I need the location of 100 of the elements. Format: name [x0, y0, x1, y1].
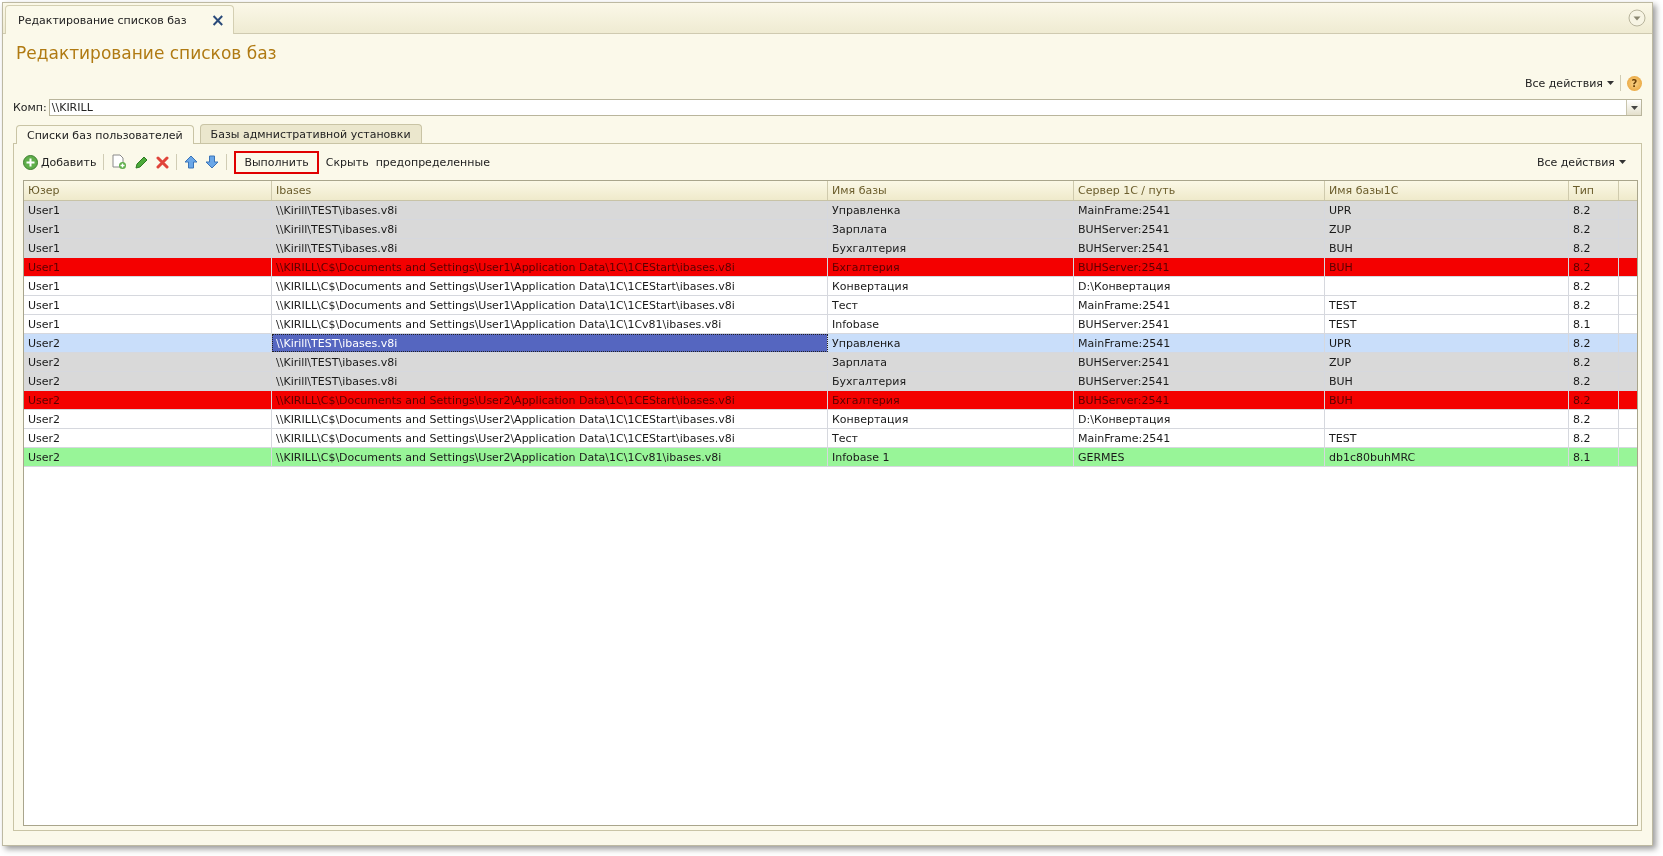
- table-cell: Бухгалтерия: [832, 375, 907, 388]
- table-cell: Тест: [832, 432, 858, 445]
- table-cell: BUH: [1329, 242, 1353, 255]
- table-cell: User2: [28, 356, 61, 369]
- column-header[interactable]: Имя базы1С: [1325, 181, 1569, 200]
- table-cell: BUH: [1329, 261, 1353, 274]
- table-cell: 8.2: [1573, 242, 1591, 255]
- table-cell: Infobase 1: [832, 451, 890, 464]
- help-button[interactable]: ?: [1627, 75, 1642, 91]
- table-cell: db1c80buhMRC: [1329, 451, 1416, 464]
- table-cell: User1: [28, 261, 61, 274]
- table-row[interactable]: User2 \\Kirill\TEST\ibases.v8i Управленка MainFrame:2541 UPR 8.2: [24, 334, 1637, 353]
- all-actions-menu[interactable]: Все действия: [1524, 76, 1614, 90]
- tab[interactable]: Списки баз пользователей: [16, 125, 194, 144]
- pencil-icon[interactable]: [134, 154, 150, 170]
- caret-icon: [1630, 105, 1638, 110]
- table-cell: 8.2: [1573, 299, 1591, 312]
- table-row[interactable]: User1 \\KIRILL\C$\Documents and Settings\User1\Application Data\1C\1CEStart\ibases.v8i Тест MainFrame:2541 TEST 8.2: [24, 296, 1637, 315]
- table-cell: User2: [28, 337, 61, 350]
- table-cell: TEST: [1329, 318, 1357, 331]
- table-cell: Бхгалтерия: [832, 394, 900, 407]
- table-cell: D:\Конвертация: [1078, 413, 1171, 426]
- table-cell: Тест: [832, 299, 858, 312]
- table-cell: UPR: [1329, 204, 1352, 217]
- table-cell: \\KIRILL\C$\Documents and Settings\User2\Application Data\1C\1Cv81\ibases.v8i: [276, 451, 722, 464]
- table-cell: \\Kirill\TEST\ibases.v8i: [276, 223, 398, 236]
- tab[interactable]: Базы адмнистративной установки: [199, 124, 422, 143]
- computer-field[interactable]: \\KIRILL: [48, 99, 1642, 116]
- table-cell: User2: [28, 394, 61, 407]
- table-cell: ZUP: [1329, 356, 1352, 369]
- table-row[interactable]: User1 \\KIRILL\C$\Documents and Settings\User1\Application Data\1C\1CEStart\ibases.v8i Конвертация D:\Конвертация 8.2: [24, 277, 1637, 296]
- table-row[interactable]: User1 \\KIRILL\C$\Documents and Settings\User1\Application Data\1C\1Cv81\ibases.v8i Infobase BUHServer:2541 TEST 8.1: [24, 315, 1637, 334]
- table-cell: Infobase: [832, 318, 880, 331]
- computer-label: Комп:: [13, 101, 47, 114]
- table-cell: \\Kirill\TEST\ibases.v8i: [276, 242, 398, 255]
- caret-icon: [1619, 160, 1626, 164]
- run-button[interactable]: Выполнить: [234, 150, 319, 174]
- caret-icon: [1607, 81, 1614, 85]
- table-cell: User2: [28, 451, 61, 464]
- add-button[interactable]: Добавить: [23, 154, 97, 170]
- table-cell: Управленка: [832, 337, 901, 350]
- table-cell: 8.1: [1573, 451, 1591, 464]
- table-cell: User1: [28, 318, 61, 331]
- table-cell: \\Kirill\TEST\ibases.v8i: [276, 356, 398, 369]
- column-header[interactable]: Ibases: [272, 181, 828, 200]
- table-cell: GERMES: [1078, 451, 1125, 464]
- column-header[interactable]: Тип: [1569, 181, 1619, 200]
- table-cell: Зарплата: [832, 356, 887, 369]
- table-cell: BUHServer:2541: [1078, 223, 1170, 236]
- table-cell: TEST: [1329, 432, 1357, 445]
- table-cell: MainFrame:2541: [1078, 432, 1171, 445]
- table-cell: BUHServer:2541: [1078, 375, 1170, 388]
- table-cell: Управленка: [832, 204, 901, 217]
- table-cell: Конвертация: [832, 280, 909, 293]
- table-row[interactable]: User1 \\Kirill\TEST\ibases.v8i Бухгалтерия BUHServer:2541 BUH 8.2: [24, 239, 1637, 258]
- form-title: Редактирование списков баз: [16, 43, 278, 63]
- table-cell: \\Kirill\TEST\ibases.v8i: [276, 204, 398, 217]
- column-header[interactable]: Сервер 1С / путь: [1074, 181, 1325, 200]
- column-header[interactable]: Имя базы: [828, 181, 1074, 200]
- table-cell: Бхгалтерия: [832, 261, 900, 274]
- table-cell: \\KIRILL\C$\Documents and Settings\User2\Application Data\1C\1CEStart\ibases.v8i: [276, 413, 735, 426]
- arrow-down-icon[interactable]: [205, 155, 220, 169]
- table-cell: \\KIRILL\C$\Documents and Settings\User2\Application Data\1C\1CEStart\ibases.v8i: [276, 394, 735, 407]
- table-cell: 8.2: [1573, 280, 1591, 293]
- plus-circle-icon: [23, 154, 38, 170]
- table-cell: MainFrame:2541: [1078, 204, 1171, 217]
- table-cell: 8.2: [1573, 204, 1591, 217]
- table-row[interactable]: User2 \\KIRILL\C$\Documents and Settings\User2\Application Data\1C\1CEStart\ibases.v8i Тест MainFrame:2541 TEST 8.2: [24, 429, 1637, 448]
- table-cell: 8.2: [1573, 337, 1591, 350]
- table-cell: BUHServer:2541: [1078, 242, 1170, 255]
- table-row[interactable]: User1 \\Kirill\TEST\ibases.v8i Зарплата BUHServer:2541 ZUP 8.2: [24, 220, 1637, 239]
- table-cell: User1: [28, 242, 61, 255]
- hide-predefined-button[interactable]: Скрыть предопределенные: [325, 155, 490, 169]
- table-row[interactable]: User2 \\KIRILL\C$\Documents and Settings\User2\Application Data\1C\1Cv81\ibases.v8i Infobase 1 GERMES db1c80buhMRC 8.1: [24, 448, 1637, 467]
- window-tab[interactable]: Редактирование списков баз ×: [5, 5, 234, 34]
- table-cell: UPR: [1329, 337, 1352, 350]
- all-actions-menu[interactable]: Все действия: [1536, 155, 1626, 169]
- table-cell: User2: [28, 432, 61, 445]
- arrow-up-icon[interactable]: [184, 155, 199, 169]
- dropdown-circle-icon[interactable]: [1628, 9, 1646, 27]
- table-cell: \\Kirill\TEST\ibases.v8i: [276, 375, 398, 388]
- table-row[interactable]: User1 \\Kirill\TEST\ibases.v8i Управленка MainFrame:2541 UPR 8.2: [24, 201, 1637, 220]
- column-header[interactable]: Юзер: [24, 181, 272, 200]
- table-cell: 8.2: [1573, 432, 1591, 445]
- table-cell: \\KIRILL\C$\Documents and Settings\User1\Application Data\1C\1CEStart\ibases.v8i: [276, 261, 735, 274]
- table-cell: User2: [28, 413, 61, 426]
- table-cell: \\KIRILL\C$\Documents and Settings\User1\Application Data\1C\1CEStart\ibases.v8i: [276, 299, 735, 312]
- delete-icon[interactable]: [156, 155, 170, 169]
- table-row[interactable]: User2 \\Kirill\TEST\ibases.v8i Бухгалтерия BUHServer:2541 BUH 8.2: [24, 372, 1637, 391]
- table-cell: User1: [28, 299, 61, 312]
- table-cell: \\KIRILL\C$\Documents and Settings\User1\Application Data\1C\1Cv81\ibases.v8i: [276, 318, 722, 331]
- table-cell: BUH: [1329, 394, 1353, 407]
- table-cell: 8.1: [1573, 318, 1591, 331]
- table-row[interactable]: User2 \\KIRILL\C$\Documents and Settings\User2\Application Data\1C\1CEStart\ibases.v8i Конвертация D:\Конвертация 8.2: [24, 410, 1637, 429]
- table-cell: 8.2: [1573, 261, 1591, 274]
- table-cell: User1: [28, 204, 61, 217]
- copy-document-icon[interactable]: [111, 154, 128, 170]
- close-button[interactable]: ×: [210, 10, 225, 30]
- table-cell: BUHServer:2541: [1078, 394, 1170, 407]
- table-row[interactable]: User2 \\Kirill\TEST\ibases.v8i Зарплата BUHServer:2541 ZUP 8.2: [24, 353, 1637, 372]
